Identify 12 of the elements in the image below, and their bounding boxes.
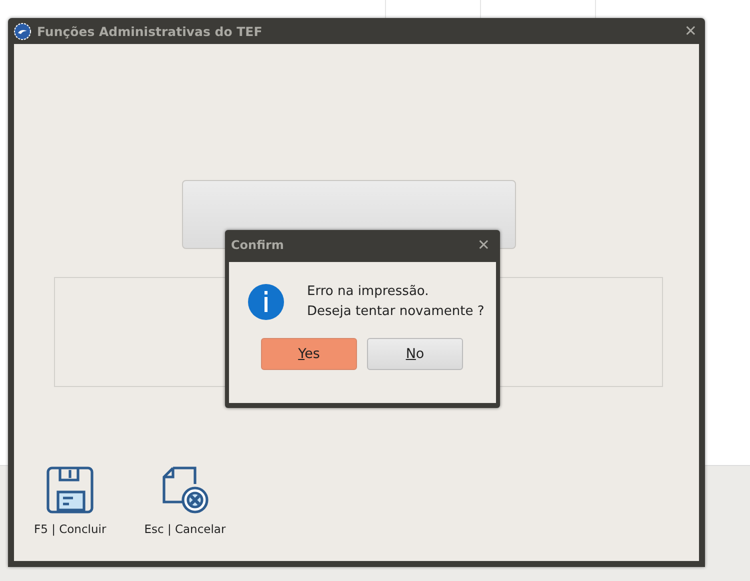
close-icon[interactable]: ✕: [477, 238, 490, 252]
document-cancel-icon: [160, 466, 209, 514]
dialog-message: Erro na impressão. Deseja tentar novamente ?: [307, 283, 484, 321]
conclude-button[interactable]: F5 | Concluir: [34, 466, 106, 536]
yes-button[interactable]: Yes: [261, 338, 357, 370]
info-icon: [247, 283, 285, 321]
dialog-title: Confirm: [231, 238, 285, 252]
cancel-button[interactable]: Esc | Cancelar: [144, 466, 226, 536]
window-title: Funções Administrativas do TEF: [37, 24, 264, 38]
app-logo-icon: [14, 22, 31, 40]
no-button[interactable]: No: [367, 338, 463, 370]
close-icon[interactable]: ✕: [684, 24, 697, 38]
